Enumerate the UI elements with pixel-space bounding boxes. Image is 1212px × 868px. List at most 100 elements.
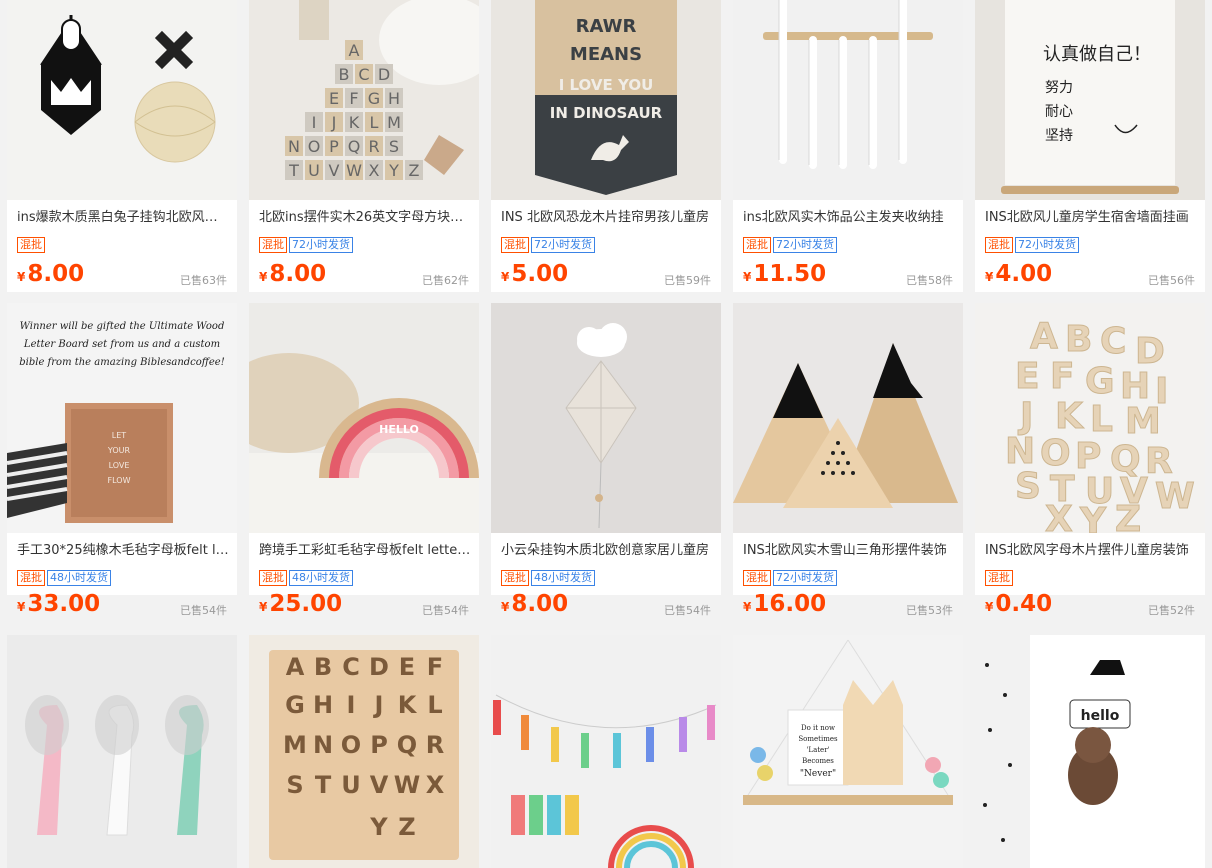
board-letter: Y [369,813,388,841]
product-image[interactable] [7,635,237,868]
mix-batch-tag: 混批 [985,570,1013,586]
product-image[interactable]: A B C D E F G H I J K L M N O P Q R S T … [249,0,479,200]
card-text: 'Later' [807,746,830,754]
price-value: 8.00 [27,261,85,287]
product-card[interactable]: INS北欧风实木雪山三角形摆件装饰 混批 72小时发货 [733,303,963,595]
product-title[interactable]: ins爆款木质黑白兔子挂钩北欧风儿童房装饰 [17,209,229,227]
product-image[interactable] [733,0,963,200]
product-title[interactable]: ins北欧风实木饰品公主发夹收纳挂 [743,209,955,227]
wood-letter: Z [1115,499,1141,533]
tag-list: 混批 72小时发货 [501,237,597,253]
board-letter: C [342,653,360,681]
currency-symbol: ¥ [985,600,994,614]
board-letter: I [347,691,356,719]
currency-symbol: ¥ [985,270,994,284]
product-title[interactable]: INS北欧风字母木片摆件儿童房装饰 [985,542,1197,560]
currency-symbol: ¥ [501,600,510,614]
product-card[interactable]: RAWR MEANS I LOVE YOU IN DINOSAUR INS 北欧… [491,0,721,292]
board-letter: Q [397,731,417,759]
shipping-tag: 48小时发货 [47,570,111,586]
tag-list: 混批 [985,570,1015,586]
price-value: 8.00 [269,261,327,287]
product-image[interactable]: A B C D E F G H I J K L M N O P Q R S T … [975,303,1205,533]
wood-letter: A [1030,316,1058,357]
product-title[interactable]: 跨境手工彩虹毛毡字母板felt letter board [259,542,471,560]
product-image[interactable]: HELLO [249,303,479,533]
product-image[interactable] [7,0,237,200]
block-letter: C [358,65,369,84]
tag-list: 混批 72小时发货 [743,570,839,586]
board-letter: Z [398,813,415,841]
hello-sign-text: hello [1081,708,1120,724]
product-image[interactable]: Winner will be gifted the Ultimate Wood … [7,303,237,533]
product-image[interactable]: RAWR MEANS I LOVE YOU IN DINOSAUR [491,0,721,200]
mix-batch-tag: 混批 [259,237,287,253]
product-card[interactable]: A B C D E F G H I J K L M N O P Q R S T … [249,635,479,868]
price-row: ¥0.40 已售52件 [975,591,1205,622]
sold-count: 已售56件 [1148,274,1195,287]
product-title[interactable]: 小云朵挂钩木质北欧创意家居儿童房 [501,542,713,560]
product-card[interactable] [7,635,237,868]
product-card[interactable]: hello [975,635,1205,868]
wood-letter: E [1015,356,1040,397]
block-letter: X [369,161,380,180]
banner-text: MEANS [570,44,642,65]
product-title[interactable]: INS北欧风实木雪山三角形摆件装饰 [743,542,955,560]
price-value: 8.00 [511,591,569,617]
product-card[interactable]: Do it now Sometimes 'Later' Becomes "Nev… [733,635,963,868]
product-card[interactable]: A B C D E F G H I J K L M N O P Q R S T … [975,303,1205,595]
sold-count: 已售52件 [1148,604,1195,617]
product-card[interactable]: ins爆款木质黑白兔子挂钩北欧风儿童房装饰 混批 ¥8.00 已售63件 [7,0,237,292]
board-letter: L [427,691,442,719]
banner-text: IN DINOSAUR [550,104,663,122]
product-card[interactable]: Winner will be gifted the Ultimate Wood … [7,303,237,595]
price-row: ¥16.00 已售53件 [733,591,963,622]
tag-list: 混批 72小时发货 [743,237,839,253]
shipping-tag: 72小时发货 [773,237,837,253]
board-letter: M [283,731,307,759]
shipping-tag: 72小时发货 [1015,237,1079,253]
mix-batch-tag: 混批 [259,570,287,586]
product-card[interactable] [491,635,721,868]
product-title[interactable]: INS 北欧风恐龙木片挂帘男孩儿童房 [501,209,713,227]
product-image[interactable]: hello [975,635,1205,868]
product-card[interactable]: A B C D E F G H I J K L M N O P Q R S T … [249,0,479,292]
product-image[interactable] [491,635,721,868]
shipping-tag: 48小时发货 [289,570,353,586]
block-letter: V [329,161,340,180]
sold-count: 已售53件 [906,604,953,617]
product-image[interactable] [491,303,721,533]
currency-symbol: ¥ [259,600,268,614]
product-image[interactable] [733,303,963,533]
block-letter: K [349,113,360,132]
sold-count: 已售59件 [664,274,711,287]
price: ¥33.00 [17,590,100,621]
tag-list: 混批 48小时发货 [17,570,113,586]
price: ¥5.00 [501,260,568,291]
product-card[interactable]: ins北欧风实木饰品公主发夹收纳挂 混批 72小时发货 ¥11.50 已售58件 [733,0,963,292]
currency-symbol: ¥ [17,600,26,614]
board-letter: G [285,691,305,719]
shipping-tag: 72小时发货 [531,237,595,253]
product-image[interactable]: 认真做自己！ 努力 耐心 坚持 [975,0,1205,200]
product-title[interactable]: 北欧ins摆件实木26英文字母方块积木 [259,209,471,227]
product-card[interactable]: 认真做自己！ 努力 耐心 坚持 INS北欧风儿童房学生宿舍墙面挂画 混批 72小时… [975,0,1205,292]
product-title[interactable]: 手工30*25纯橡木毛毡字母板felt letter board [17,542,229,560]
product-card[interactable]: HELLO 跨境手工彩虹毛毡字母板felt letter board 混批48小… [249,303,479,595]
price-value: 33.00 [27,591,101,617]
product-image[interactable]: A B C D E F G H I J K L M N O P Q R S T … [249,635,479,868]
block-letter: R [368,137,379,156]
block-letter: P [329,137,339,156]
price-row: ¥33.00 已售54件 [7,591,237,622]
board-letter: H [313,691,333,719]
board-letter: A [286,653,305,681]
product-card[interactable]: 小云朵挂钩木质北欧创意家居儿童房 混批 48小时发货 [491,303,721,595]
wood-letter: Y [1079,501,1107,533]
product-image[interactable]: Do it now Sometimes 'Later' Becomes "Nev… [733,635,963,868]
sold-count: 已售54件 [180,604,227,617]
board-letter: R [426,731,444,759]
product-title[interactable]: INS北欧风儿童房学生宿舍墙面挂画 [985,209,1197,227]
block-letter: F [349,89,358,108]
board-letter: P [370,731,388,759]
shipping-tag: 72小时发货 [289,237,353,253]
